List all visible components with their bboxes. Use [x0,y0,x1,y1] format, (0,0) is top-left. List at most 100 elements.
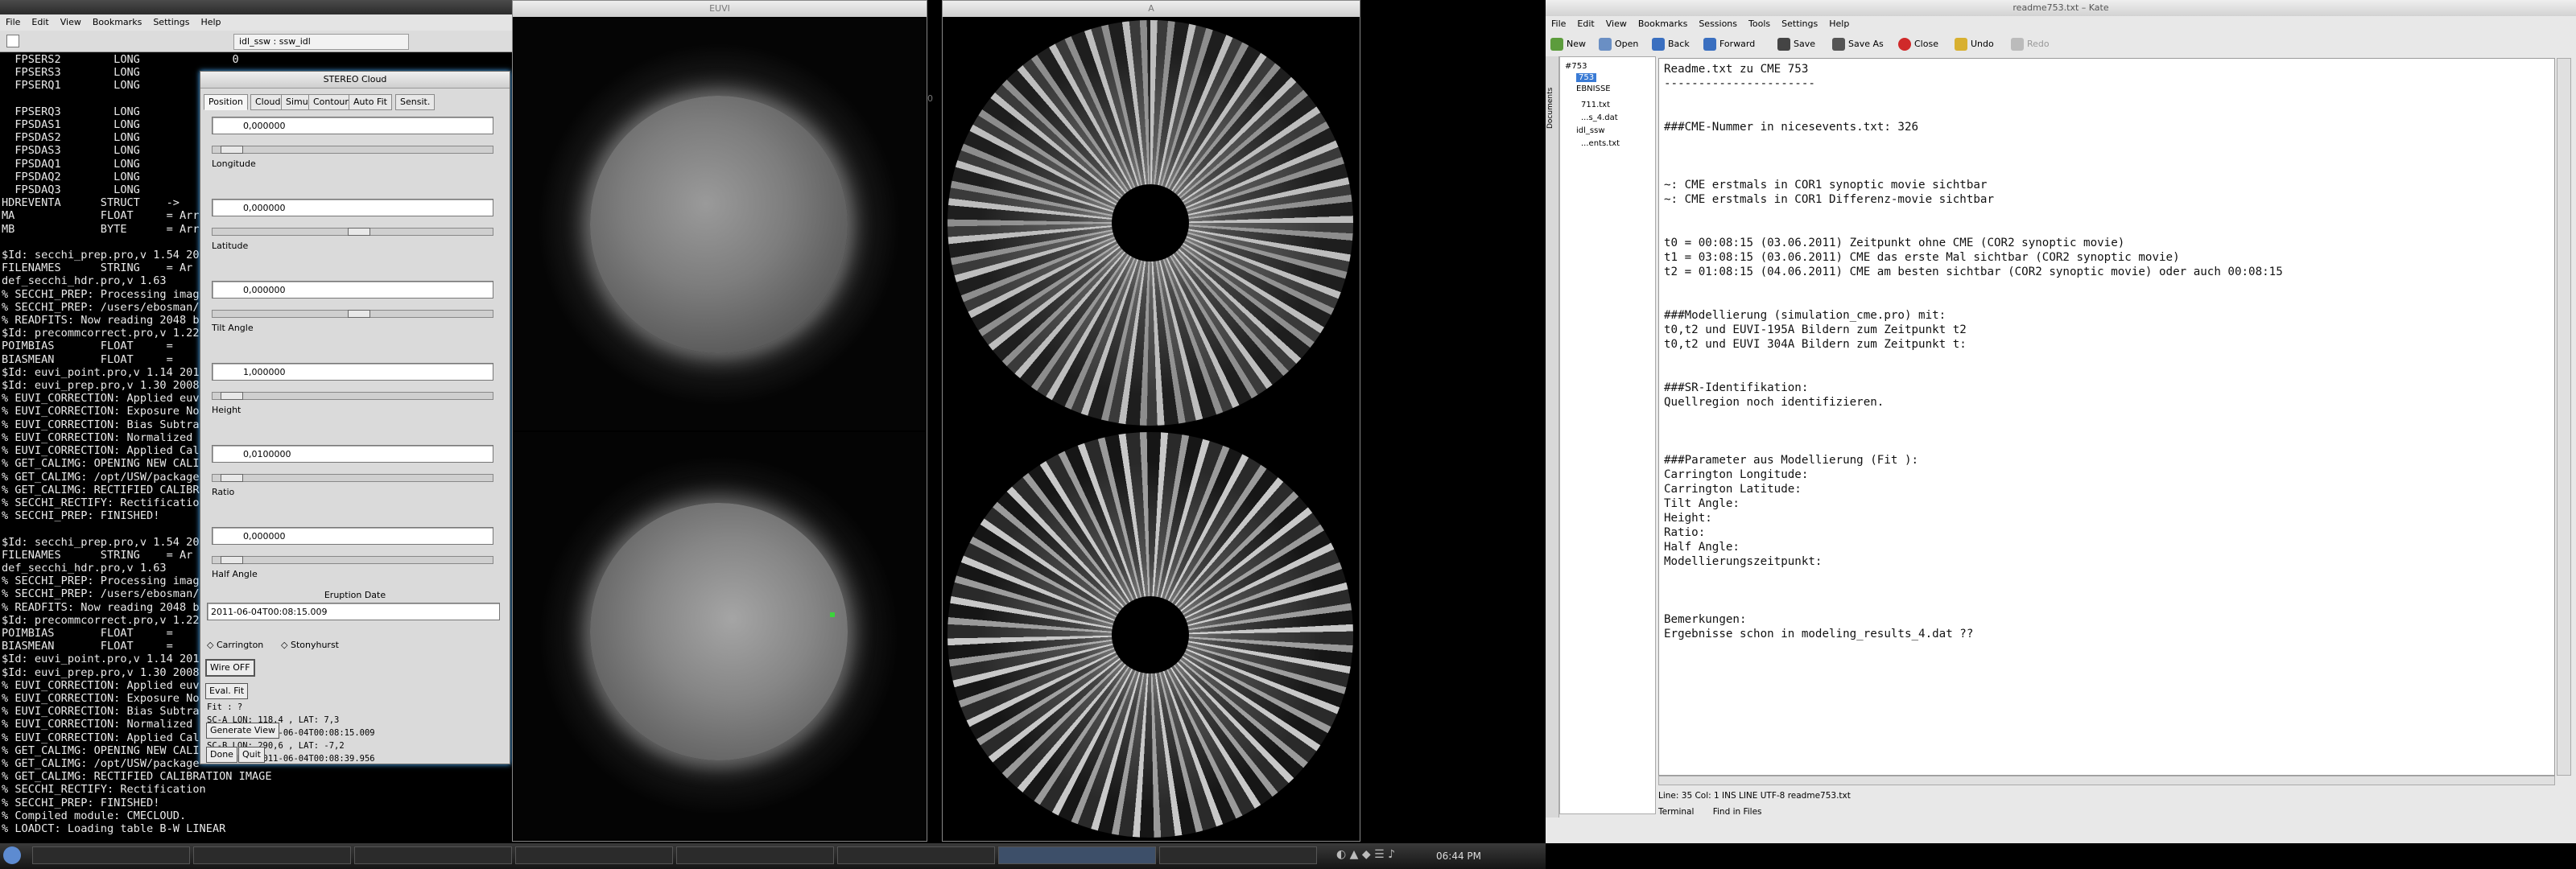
terminal-line: % SECCHI_PREP: FINISHED! [2,796,160,809]
euvi-titlebar[interactable]: EUVI [513,1,927,17]
eruption-date-input[interactable]: 2011-06-04T00:08:15.009 [207,603,500,620]
kate-menu-bookmarks[interactable]: Bookmarks [1633,16,1693,31]
close-button[interactable]: Close [1898,37,1938,51]
tab-sensit[interactable]: Sensit. [395,94,436,110]
latitude-input[interactable]: 0,000000 [212,199,493,216]
task-button[interactable] [676,846,834,864]
tree-item[interactable]: ...s_4.dat [1581,113,1618,122]
new-button[interactable]: New [1550,37,1586,51]
task-button[interactable] [1159,846,1317,864]
back-arrow-icon [1652,38,1665,51]
save-button[interactable]: Save [1777,37,1815,51]
document-line: Height: [1664,512,1712,525]
redo-icon [2011,38,2024,51]
half-angle-input[interactable]: 0,000000 [212,527,493,545]
task-button[interactable] [193,846,351,864]
occulter-b [1112,596,1189,673]
system-tray-icons[interactable]: ◐ ▲ ◆ ☰ ♪ [1336,848,1417,864]
radio-stonyhurst[interactable]: ◇ Stonyhurst [281,640,339,650]
new-tab-icon[interactable] [6,35,19,47]
radio-carrington[interactable]: ◇ Carrington [207,640,263,650]
kate-menu-view[interactable]: View [1600,16,1633,31]
tree-item[interactable]: ...ents.txt [1581,139,1620,148]
undo-button[interactable]: Undo [1955,37,1994,51]
task-button[interactable] [354,846,512,864]
terminal-titlebar[interactable] [0,0,515,14]
half-angle-slider[interactable] [212,556,493,564]
kate-menu-edit[interactable]: Edit [1571,16,1600,31]
app-menu-icon[interactable] [3,846,21,864]
done-button[interactable]: Done [206,747,237,763]
tilt-angle-slider[interactable] [212,310,493,318]
tree-item[interactable]: EBNISSE [1576,84,1611,93]
save-as-button[interactable]: Save As [1832,37,1884,51]
forward-button[interactable]: Forward [1703,37,1755,51]
menu-file[interactable]: File [0,14,26,30]
back-button[interactable]: Back [1652,37,1690,51]
euvi-b-image[interactable] [513,432,925,839]
menu-settings[interactable]: Settings [147,14,195,30]
document-text[interactable]: Readme.txt zu CME 753 -------------------… [1664,62,2548,641]
forward-label: Forward [1719,39,1756,49]
tab-contour[interactable]: Contour [308,94,353,110]
longitude-input[interactable]: 0,000000 [212,117,493,134]
ratio-slider[interactable] [212,474,493,482]
tab-position[interactable]: Position [204,94,248,110]
latitude-slider[interactable] [212,228,493,236]
editor-area[interactable]: Readme.txt zu CME 753 -------------------… [1658,58,2555,776]
cor-a-image[interactable] [943,19,1358,430]
height-input[interactable]: 1,000000 [212,363,493,381]
wire-off-button[interactable]: Wire OFF [205,659,255,677]
tree-item[interactable]: 711.txt [1581,101,1610,109]
find-in-files-button[interactable]: Find in Files [1713,807,1762,817]
stereo-cloud-dialog: STEREO Cloud Position Cloud Simu Contour… [200,71,510,764]
document-line: ---------------------- [1664,77,1815,90]
redo-button[interactable]: Redo [2011,37,2050,51]
task-button[interactable] [32,846,190,864]
menu-edit[interactable]: Edit [26,14,54,30]
cor-titlebar[interactable]: A [943,1,1360,17]
open-button[interactable]: Open [1599,37,1638,51]
save-as-label: Save As [1848,39,1884,49]
quit-button[interactable]: Quit [238,747,265,763]
longitude-slider[interactable] [212,146,493,154]
kate-menu-settings[interactable]: Settings [1776,16,1823,31]
kate-menu-tools[interactable]: Tools [1743,16,1776,31]
cor-b-image[interactable] [943,432,1358,839]
dialog-titlebar[interactable]: STEREO Cloud [200,72,510,89]
vertical-scrollbar[interactable] [2557,58,2571,776]
document-line: Ergebnisse schon in modeling_results_4.d… [1664,628,1974,640]
tilt-angle-input[interactable]: 0,000000 [212,281,493,299]
menu-bookmarks[interactable]: Bookmarks [87,14,147,30]
kate-menu-sessions[interactable]: Sessions [1693,16,1743,31]
menu-help[interactable]: Help [195,14,226,30]
tree-item-selected[interactable]: 753 [1576,73,1597,82]
tree-item[interactable]: idl_ssw [1576,126,1605,135]
generate-view-button[interactable]: Generate View [206,723,279,739]
redo-label: Redo [2027,39,2050,49]
document-line: Half Angle: [1664,541,1740,554]
kate-menu-help[interactable]: Help [1823,16,1855,31]
task-button[interactable] [515,846,673,864]
tab-auto-fit[interactable]: Auto Fit [349,94,392,110]
document-line: ~: CME erstmals in COR1 Differenz-movie … [1664,193,1994,206]
height-slider[interactable] [212,392,493,400]
tree-item[interactable]: #753 [1565,62,1587,71]
task-button-active[interactable] [998,846,1156,864]
documents-sidebar-tab[interactable]: Documents [1546,56,1559,818]
eval-fit-button[interactable]: Eval. Fit [205,683,249,699]
tab-idl-ssw[interactable]: idl_ssw : ssw_idl [233,34,409,50]
euvi-a-image[interactable] [513,19,925,430]
menu-view[interactable]: View [55,14,87,30]
task-button[interactable] [837,846,995,864]
horizontal-scrollbar[interactable] [1658,776,2555,785]
kate-titlebar[interactable]: readme753.txt – Kate [1546,0,2576,16]
kate-menu-file[interactable]: File [1546,16,1571,31]
terminal-toolview-button[interactable]: Terminal [1658,807,1694,817]
tab-cloud[interactable]: Cloud [250,94,286,110]
ratio-input[interactable]: 0,0100000 [212,445,493,463]
clock[interactable]: 06:44 PM [1436,846,1481,866]
